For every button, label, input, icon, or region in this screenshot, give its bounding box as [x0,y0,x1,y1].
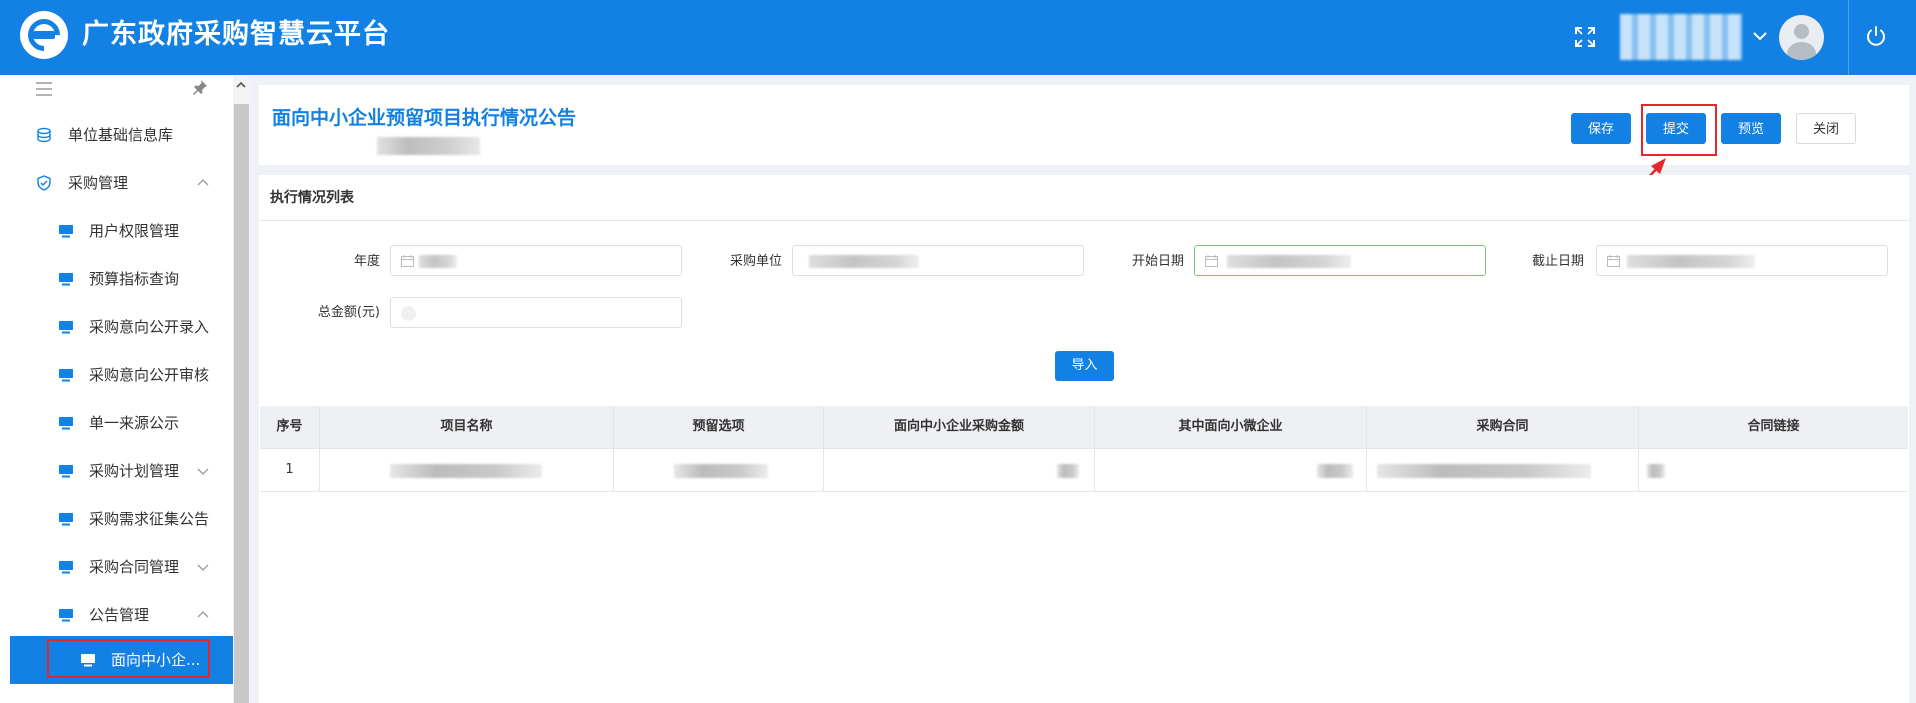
calendar-icon [1607,255,1620,267]
monitor-icon [59,609,73,622]
total-amount-label: 总金额(元) [317,305,380,320]
project-name-cell[interactable] [320,449,614,491]
start-date-field[interactable] [1194,245,1486,276]
sidebar-item-label: 采购需求征集公告 [89,510,210,528]
column-header: 预留选项 [614,406,824,448]
chevron-up-icon [197,611,209,618]
sme-amount-cell [824,449,1095,491]
start-date-label: 开始日期 [1131,254,1184,269]
sidebar-item-user-permissions[interactable]: 用户权限管理 [0,207,233,255]
micro-enterprise-cell [1095,449,1367,491]
close-button[interactable]: 关闭 [1796,113,1856,144]
calendar-icon [1205,255,1218,267]
monitor-icon [59,513,73,526]
end-date-field[interactable] [1596,245,1888,276]
pin-icon[interactable] [192,79,208,95]
scroll-up-icon[interactable] [235,79,247,91]
sidebar-item-demand-notice[interactable]: 采购需求征集公告 [0,495,233,543]
page-title: 面向中小企业预留项目执行情况公告 [272,107,577,129]
table-row[interactable]: 1 [260,449,1908,492]
menu-toggle-icon[interactable] [36,82,52,96]
monitor-icon [59,225,73,238]
sidebar-item-label: 公告管理 [89,606,150,624]
sidebar-scrollbar-thumb[interactable] [234,104,249,703]
sidebar-item-notice-management[interactable]: 公告管理 [0,591,233,639]
monitor-icon [59,321,73,334]
chevron-down-icon [197,564,209,571]
page-subtitle [377,137,480,155]
sidebar-item-label: 采购意向公开录入 [89,318,210,336]
monitor-icon [59,417,73,430]
sidebar-item-plan-management[interactable]: 采购计划管理 [0,447,233,495]
column-header: 项目名称 [320,406,614,448]
fullscreen-icon[interactable] [1574,26,1596,48]
top-bar: 广东政府采购智慧云平台 [0,0,1916,75]
calendar-icon [401,255,414,267]
chevron-down-icon [197,468,209,475]
year-label: 年度 [353,254,380,269]
amount-value [401,306,416,321]
purchasing-unit-field[interactable] [792,245,1084,276]
unit-label: 采购单位 [729,254,782,269]
sidebar-item-label: 用户权限管理 [89,222,180,240]
avatar[interactable] [1779,15,1824,60]
sidebar-item-label: 采购管理 [68,174,129,192]
app-title: 广东政府采购智慧云平台 [82,19,390,50]
sidebar-item-label: 采购计划管理 [89,462,180,480]
database-icon [37,127,51,143]
row-index: 1 [260,449,320,491]
import-button[interactable]: 导入 [1055,351,1114,381]
monitor-icon [59,273,73,286]
year-field[interactable] [390,245,682,276]
column-header: 其中面向小微企业 [1095,406,1367,448]
preview-button[interactable]: 预览 [1721,113,1781,144]
sidebar-item-label: 采购合同管理 [89,558,180,576]
save-button[interactable]: 保存 [1571,113,1631,144]
sidebar-item-budget-query[interactable]: 预算指标查询 [0,255,233,303]
monitor-icon [59,561,73,574]
sidebar-item-intent-review[interactable]: 采购意向公开审核 [0,351,233,399]
column-header: 合同链接 [1747,419,1800,434]
column-header: 序号 [260,406,320,448]
chevron-up-icon [197,179,209,186]
user-name[interactable] [1620,14,1742,60]
annotation-highlight-box [47,639,210,678]
sidebar-item-label: 预算指标查询 [89,270,180,288]
annotation-highlight-box [1641,104,1717,156]
table-header-row: 序号 项目名称 预留选项 面向中小企业采购金额 其中面向小微企业 采购合同 合同… [260,406,1908,449]
monitor-icon [59,465,73,478]
power-icon[interactable] [1864,24,1888,48]
sidebar-item-intent-entry[interactable]: 采购意向公开录入 [0,303,233,351]
contract-link-cell[interactable] [1639,449,1908,491]
chevron-down-icon[interactable] [1752,28,1768,44]
divider [1848,0,1849,75]
sidebar-item-single-source[interactable]: 单一来源公示 [0,399,233,447]
purchasing-unit-value [809,255,919,268]
end-date-label: 截止日期 [1531,254,1584,269]
sidebar-item-label: 单一来源公示 [89,414,180,432]
reserve-option-cell [614,449,824,491]
sidebar-item-label: 单位基础信息库 [68,126,174,144]
column-header: 面向中小企业采购金额 [824,406,1095,448]
shield-icon [37,175,51,191]
sidebar-item-contract-management[interactable]: 采购合同管理 [0,543,233,591]
platform-logo-icon [20,11,68,59]
monitor-icon [59,369,73,382]
contract-cell [1367,449,1639,491]
year-value [419,255,457,268]
sidebar-item-label: 采购意向公开审核 [89,366,210,384]
column-header: 采购合同 [1367,406,1639,448]
list-title: 执行情况列表 [270,190,354,206]
sidebar-item-unit-info[interactable]: 单位基础信息库 [0,111,233,159]
sidebar-item-procurement[interactable]: 采购管理 [0,159,233,207]
end-date-value [1627,255,1755,268]
list-header [259,175,1909,221]
start-date-value [1227,255,1351,268]
total-amount-field[interactable] [390,297,682,328]
